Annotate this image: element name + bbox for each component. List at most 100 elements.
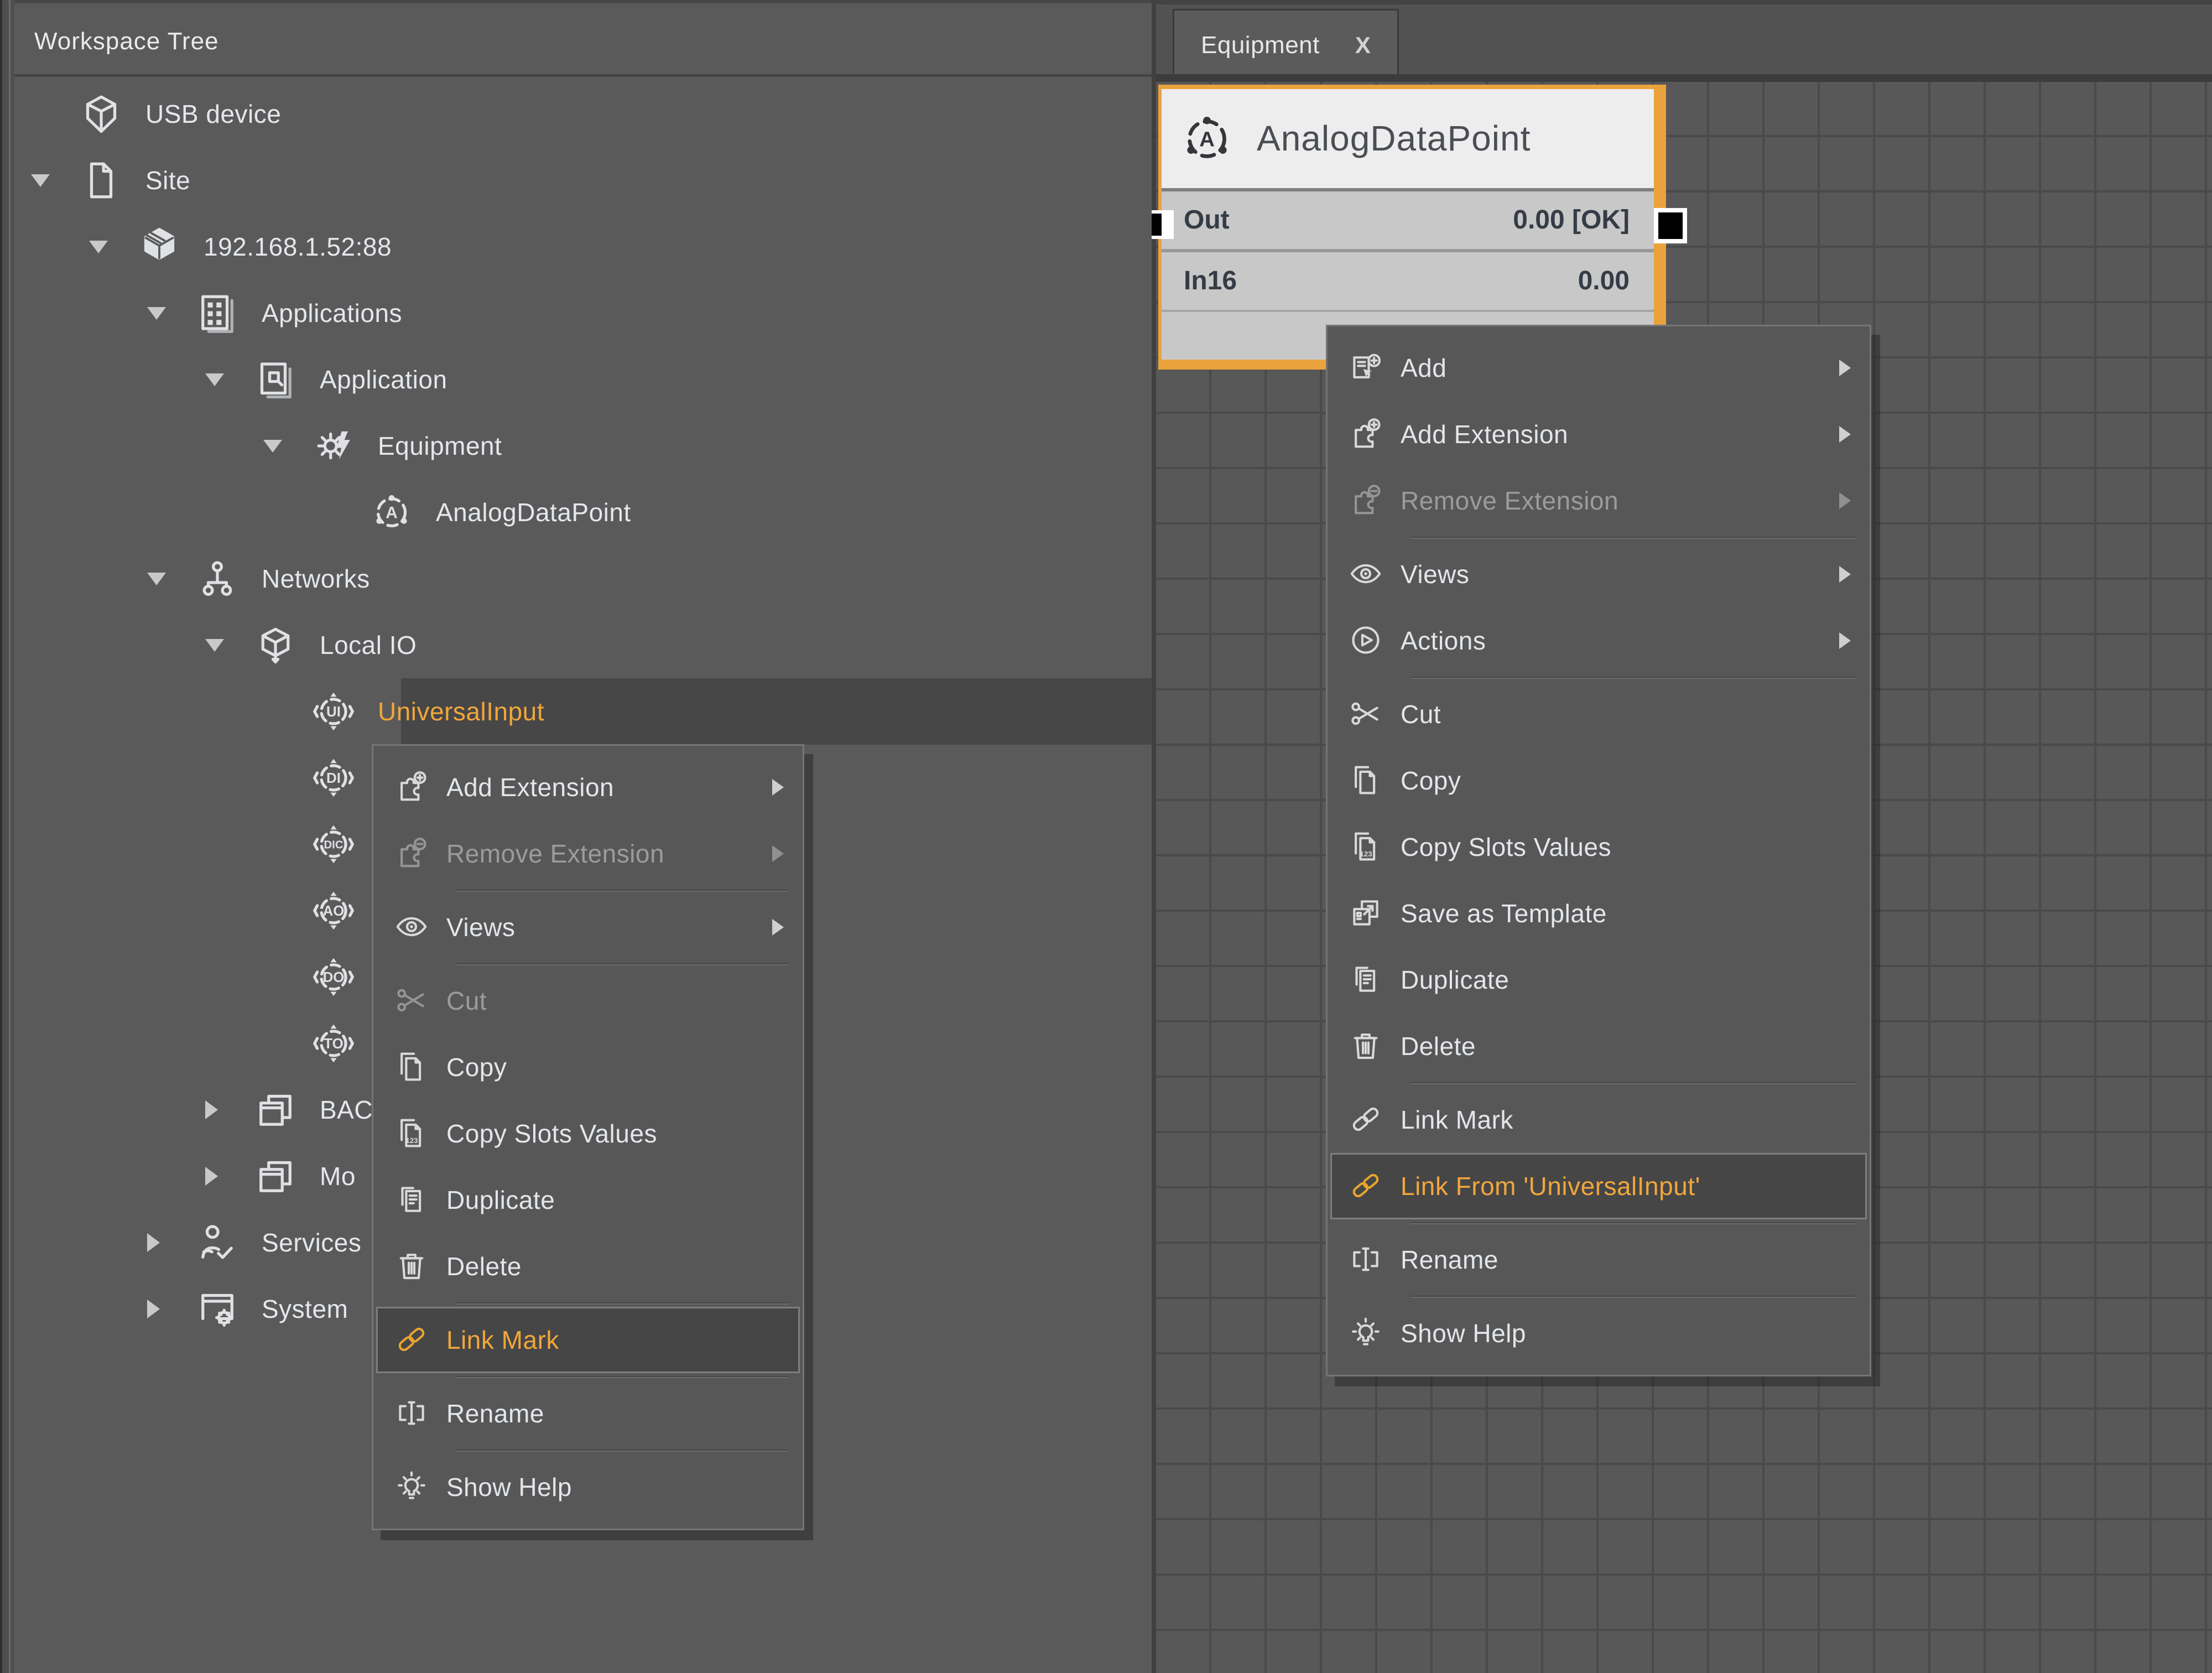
tab-bar-edge: [1156, 74, 2212, 82]
expand-arrow-icon[interactable]: [205, 1167, 218, 1186]
collapse-arrow-icon[interactable]: [263, 440, 282, 453]
canvas-menu-item-delete[interactable]: Delete: [1328, 1013, 1870, 1079]
bulb-icon: [393, 1468, 430, 1505]
duplicate-icon: [393, 1181, 430, 1218]
tree-item-label: Services: [262, 1209, 361, 1276]
tree-menu-item-delete[interactable]: Delete: [373, 1233, 803, 1300]
canvas-menu-item-copy-slots-values[interactable]: 123Copy Slots Values: [1328, 814, 1870, 880]
tab-close-icon[interactable]: X: [1355, 32, 1371, 59]
tree-item-192-168-1-52-88[interactable]: 192.168.1.52:88: [14, 214, 1152, 280]
point-to-icon: TO: [310, 1020, 357, 1067]
tree-item-applications[interactable]: Applications: [14, 280, 1152, 346]
eye-icon: [393, 908, 430, 945]
menu-separator: [456, 963, 789, 965]
tree-item-analogdatapoint[interactable]: AAnalogDataPoint: [14, 479, 1152, 545]
canvas-menu-item-actions[interactable]: Actions: [1328, 607, 1870, 674]
save-template-icon: [1347, 895, 1384, 931]
canvas-menu-item-link-from-universalinput[interactable]: Link From 'UniversalInput': [1330, 1153, 1867, 1219]
menu-item-label: Actions: [1401, 607, 1486, 674]
duplicate-icon: [1347, 961, 1384, 997]
eye-icon: [1347, 555, 1384, 592]
canvas-menu-item-add[interactable]: Add: [1328, 335, 1870, 401]
canvas-menu-item-add-extension[interactable]: Add Extension: [1328, 401, 1870, 467]
tree-menu-item-duplicate[interactable]: Duplicate: [373, 1167, 803, 1233]
collapse-arrow-icon[interactable]: [89, 241, 108, 253]
add-widget-icon: [1347, 349, 1384, 386]
copy-icon: [1347, 762, 1384, 798]
collapse-arrow-icon[interactable]: [205, 639, 224, 652]
tree-menu-item-link-mark[interactable]: Link Mark: [376, 1307, 800, 1373]
widget-header: A AnalogDataPoint: [1162, 89, 1654, 188]
expand-arrow-icon[interactable]: [205, 1100, 218, 1119]
network-icon: [194, 555, 241, 602]
collapse-arrow-icon[interactable]: [205, 373, 224, 386]
equipment-icon: [310, 423, 357, 469]
canvas-menu-item-duplicate[interactable]: Duplicate: [1328, 947, 1870, 1013]
scissors-icon: [393, 982, 430, 1019]
workbench-window: Workspace Tree USB deviceSite192.168.1.5…: [0, 0, 2212, 1673]
canvas-menu-item-copy[interactable]: Copy: [1328, 747, 1870, 814]
apps-icon: [194, 290, 241, 336]
canvas-menu-item-link-mark[interactable]: Link Mark: [1328, 1087, 1870, 1153]
collapse-arrow-icon[interactable]: [147, 573, 166, 585]
tree-item-local-io[interactable]: Local IO: [14, 612, 1152, 678]
canvas-menu-item-save-as-template[interactable]: Save as Template: [1328, 880, 1870, 947]
menu-separator: [456, 1449, 789, 1452]
row-separator: [1162, 310, 1654, 312]
expand-arrow-icon[interactable]: [147, 1300, 160, 1318]
menu-item-label: Link Mark: [446, 1307, 559, 1373]
canvas-menu-item-rename[interactable]: Rename: [1328, 1227, 1870, 1293]
tree-menu-item-copy[interactable]: Copy: [373, 1034, 803, 1100]
svg-text:DO: DO: [323, 970, 345, 985]
menu-item-label: Cut: [1401, 681, 1441, 747]
slot-value: 0.00: [1578, 252, 1630, 310]
tree-menu-item-add-extension[interactable]: Add Extension: [373, 754, 803, 820]
rename-icon: [1347, 1241, 1384, 1277]
svg-text:TO: TO: [324, 1036, 343, 1052]
header-separator: [14, 74, 1152, 77]
point-dic-icon: DIC: [310, 821, 357, 867]
widget-title: AnalogDataPoint: [1257, 89, 1531, 188]
menu-item-label: Copy Slots Values: [1401, 814, 1611, 880]
slot-row-in16[interactable]: In16 0.00: [1162, 252, 1654, 310]
tree-item-application[interactable]: Application: [14, 346, 1152, 413]
tree-item-site[interactable]: Site: [14, 147, 1152, 214]
services-icon: [194, 1219, 241, 1266]
selection-handle-left[interactable]: [1152, 210, 1174, 239]
canvas-menu-item-views[interactable]: Views: [1328, 541, 1870, 607]
bulb-icon: [1347, 1314, 1384, 1351]
menu-item-label: Duplicate: [1401, 947, 1509, 1013]
tree-menu-item-show-help[interactable]: Show Help: [373, 1454, 803, 1520]
collapse-arrow-icon[interactable]: [31, 174, 50, 187]
tab-equipment[interactable]: Equipment X: [1173, 9, 1399, 80]
tree-item-label: USB device: [145, 81, 281, 147]
tree-item-label: System: [262, 1276, 348, 1342]
tree-item-networks[interactable]: Networks: [14, 545, 1152, 612]
collapse-arrow-icon[interactable]: [147, 307, 166, 320]
host-icon: [136, 224, 183, 270]
widget-body: A AnalogDataPoint Out 0.00 [OK] In16 0.0…: [1162, 89, 1654, 360]
slot-row-out[interactable]: Out 0.00 [OK]: [1162, 191, 1654, 249]
svg-text:A: A: [386, 504, 398, 522]
application-icon: [252, 356, 299, 403]
tree-menu-item-views[interactable]: Views: [373, 894, 803, 960]
tree-item-label: 192.168.1.52:88: [204, 214, 392, 280]
tree-item-label: Applications: [262, 280, 402, 346]
tree-item-universalinput[interactable]: UIUniversalInput: [14, 678, 1152, 745]
tree-menu-item-rename[interactable]: Rename: [373, 1380, 803, 1447]
puzzle-plus-icon: [393, 768, 430, 805]
canvas-menu-item-cut[interactable]: Cut: [1328, 681, 1870, 747]
menu-separator: [1411, 1222, 1856, 1224]
expand-arrow-icon[interactable]: [147, 1233, 160, 1252]
point-ao-icon: AO: [310, 887, 357, 934]
tree-item-usb-device[interactable]: USB device: [14, 81, 1152, 147]
menu-item-label: Delete: [446, 1233, 522, 1300]
tree-menu-item-copy-slots-values[interactable]: 123Copy Slots Values: [373, 1100, 803, 1167]
tree-item-equipment[interactable]: Equipment: [14, 413, 1152, 479]
canvas-menu-item-show-help[interactable]: Show Help: [1328, 1300, 1870, 1367]
analog-point-icon: A: [368, 489, 415, 536]
menu-separator: [456, 1302, 789, 1305]
panel-divider[interactable]: [1152, 0, 1156, 1673]
folder-stack-icon: [252, 1087, 299, 1133]
selection-handle-right[interactable]: [1654, 208, 1687, 243]
